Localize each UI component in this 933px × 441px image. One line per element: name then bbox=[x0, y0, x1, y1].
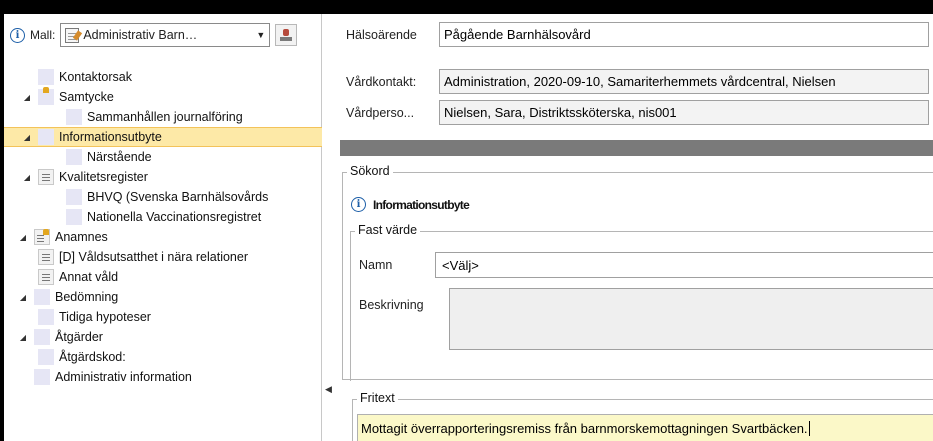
tree-item-label: Informationsutbyte bbox=[59, 130, 162, 144]
header-divider-band bbox=[340, 140, 933, 156]
node-icon bbox=[38, 349, 54, 365]
tree-item[interactable]: BHVQ (Svenska Barnhälsovårds bbox=[4, 187, 322, 207]
tree-item[interactable]: Sammanhållen journalföring bbox=[4, 107, 322, 127]
halsoarende-label: Hälsoärende bbox=[346, 27, 417, 42]
node-icon bbox=[66, 189, 82, 205]
halsoarende-field[interactable]: Pågående Barnhälsovård bbox=[439, 22, 929, 47]
tree-item-label: Annat våld bbox=[59, 270, 119, 284]
mall-row: i Mall: Administrativ Barn… ▼ bbox=[4, 14, 322, 56]
app-window: i Mall: Administrativ Barn… ▼ Kontaktors… bbox=[4, 14, 933, 441]
node-icon bbox=[38, 69, 54, 85]
chevron-down-icon: ▼ bbox=[256, 30, 266, 40]
vardperson-label: Vårdperso... bbox=[346, 105, 415, 120]
tree-item-label: Samtycke bbox=[59, 90, 114, 104]
stamp-icon bbox=[280, 28, 293, 42]
mall-dropdown-value: Administrativ Barn… bbox=[83, 28, 198, 42]
list-node-icon bbox=[38, 249, 54, 265]
fast-varde-group: Fast värde Namn <Välj> Beskrivning bbox=[350, 223, 933, 381]
node-icon bbox=[38, 309, 54, 325]
tree-item[interactable]: Administrativ information bbox=[4, 367, 322, 387]
tree-item[interactable]: ◢ Informationsutbyte bbox=[4, 127, 322, 147]
vardkontakt-row: Vårdkontakt: Administration, 2020-09-10,… bbox=[336, 69, 929, 94]
tree-expander-icon[interactable]: ◢ bbox=[18, 333, 28, 342]
list-node-icon bbox=[38, 269, 54, 285]
fritext-text: Mottagit överrapporteringsremiss från ba… bbox=[361, 421, 808, 436]
mall-dropdown[interactable]: Administrativ Barn… ▼ bbox=[60, 23, 271, 47]
tree-item[interactable]: ◢ Bedömning bbox=[4, 287, 322, 307]
section-title: i Informationsutbyte bbox=[351, 197, 470, 212]
tree-item[interactable]: Tidiga hypoteser bbox=[4, 307, 322, 327]
tree-item-label: BHVQ (Svenska Barnhälsovårds bbox=[87, 190, 269, 204]
fast-varde-legend: Fast värde bbox=[355, 223, 421, 237]
vardkontakt-label: Vårdkontakt: bbox=[346, 74, 417, 89]
node-icon bbox=[38, 129, 54, 145]
tree-item[interactable]: Annat våld bbox=[4, 267, 322, 287]
node-icon bbox=[66, 109, 82, 125]
tree-item-label: Åtgärdskod: bbox=[59, 350, 126, 364]
mall-label: Mall: bbox=[30, 28, 56, 42]
tree-expander-icon[interactable]: ◢ bbox=[18, 293, 28, 302]
keyword-tree: Kontaktorsak ◢ Samtycke Sammanhållen journa… bbox=[4, 67, 322, 387]
info-icon[interactable]: i bbox=[10, 27, 25, 43]
tree-item-label: Åtgärder bbox=[55, 330, 103, 344]
tree-item[interactable]: ◢ Anamnes bbox=[4, 227, 322, 247]
right-panel: Hälsoärende Pågående Barnhälsovård Vårdk… bbox=[336, 14, 933, 441]
tree-expander-icon[interactable]: ◢ bbox=[22, 93, 32, 102]
tree-item[interactable]: ◢ Samtycke bbox=[4, 87, 322, 107]
fritext-group: Fritext Mottagit överrapporteringsremiss… bbox=[352, 391, 933, 441]
tree-item-label: Kvalitetsregister bbox=[59, 170, 148, 184]
left-panel: i Mall: Administrativ Barn… ▼ Kontaktors… bbox=[4, 14, 322, 441]
tree-item-label: Tidiga hypoteser bbox=[59, 310, 151, 324]
tree-item-label: [D] Våldsutsatthet i nära relationer bbox=[59, 250, 248, 264]
tree-item[interactable]: Nationella Vaccinationsregistret bbox=[4, 207, 322, 227]
fritext-legend: Fritext bbox=[357, 391, 398, 405]
tree-item-label: Bedömning bbox=[55, 290, 119, 304]
tree-item-label: Kontaktorsak bbox=[59, 70, 132, 84]
locked-node-icon bbox=[38, 87, 54, 105]
list-node-icon bbox=[38, 169, 54, 185]
tree-item[interactable]: Kontaktorsak bbox=[4, 67, 322, 87]
node-icon bbox=[34, 369, 50, 385]
halsoarende-row: Hälsoärende Pågående Barnhälsovård bbox=[336, 22, 929, 47]
fritext-input[interactable]: Mottagit överrapporteringsremiss från ba… bbox=[357, 414, 933, 441]
namn-select[interactable]: <Välj> bbox=[435, 252, 933, 278]
tree-item-label: Sammanhållen journalföring bbox=[87, 110, 243, 124]
vardkontakt-field[interactable]: Administration, 2020-09-10, Samariterhem… bbox=[439, 69, 929, 94]
section-title-text: Informationsutbyte bbox=[373, 197, 470, 212]
tree-expander-icon[interactable]: ◢ bbox=[22, 133, 32, 142]
tree-item-label: Administrativ information bbox=[55, 370, 192, 384]
vardperson-row: Vårdperso... Nielsen, Sara, Distriktsskö… bbox=[336, 100, 929, 125]
sokord-legend: Sökord bbox=[347, 164, 393, 178]
template-document-icon bbox=[65, 27, 80, 43]
tree-item[interactable]: ◢ Åtgärder bbox=[4, 327, 322, 347]
info-icon: i bbox=[351, 197, 366, 212]
node-icon bbox=[66, 209, 82, 225]
tree-item[interactable]: [D] Våldsutsatthet i nära relationer bbox=[4, 247, 322, 267]
collapse-left-icon[interactable]: ◀ bbox=[325, 384, 332, 395]
node-icon bbox=[34, 289, 50, 305]
tree-item-label: Nationella Vaccinationsregistret bbox=[87, 210, 262, 224]
tree-expander-icon[interactable]: ◢ bbox=[22, 173, 32, 182]
stamp-button[interactable] bbox=[275, 24, 298, 46]
beskrivning-label: Beskrivning bbox=[359, 298, 424, 312]
text-cursor bbox=[808, 421, 810, 436]
tree-item[interactable]: ◢ Kvalitetsregister bbox=[4, 167, 322, 187]
locked-node-icon bbox=[34, 229, 50, 245]
tree-item[interactable]: Närstående bbox=[4, 147, 322, 167]
sokord-group: Sökord i Informationsutbyte Fast värde N… bbox=[342, 164, 933, 381]
tree-item-label: Närstående bbox=[87, 150, 152, 164]
beskrivning-field bbox=[449, 288, 933, 350]
panel-splitter[interactable] bbox=[322, 14, 336, 441]
namn-label: Namn bbox=[359, 258, 393, 272]
tree-expander-icon[interactable]: ◢ bbox=[18, 233, 28, 242]
tree-item[interactable]: Åtgärdskod: bbox=[4, 347, 322, 367]
node-icon bbox=[66, 149, 82, 165]
node-icon bbox=[34, 329, 50, 345]
tree-item-label: Anamnes bbox=[55, 230, 108, 244]
vardperson-field[interactable]: Nielsen, Sara, Distriktssköterska, nis00… bbox=[439, 100, 929, 125]
